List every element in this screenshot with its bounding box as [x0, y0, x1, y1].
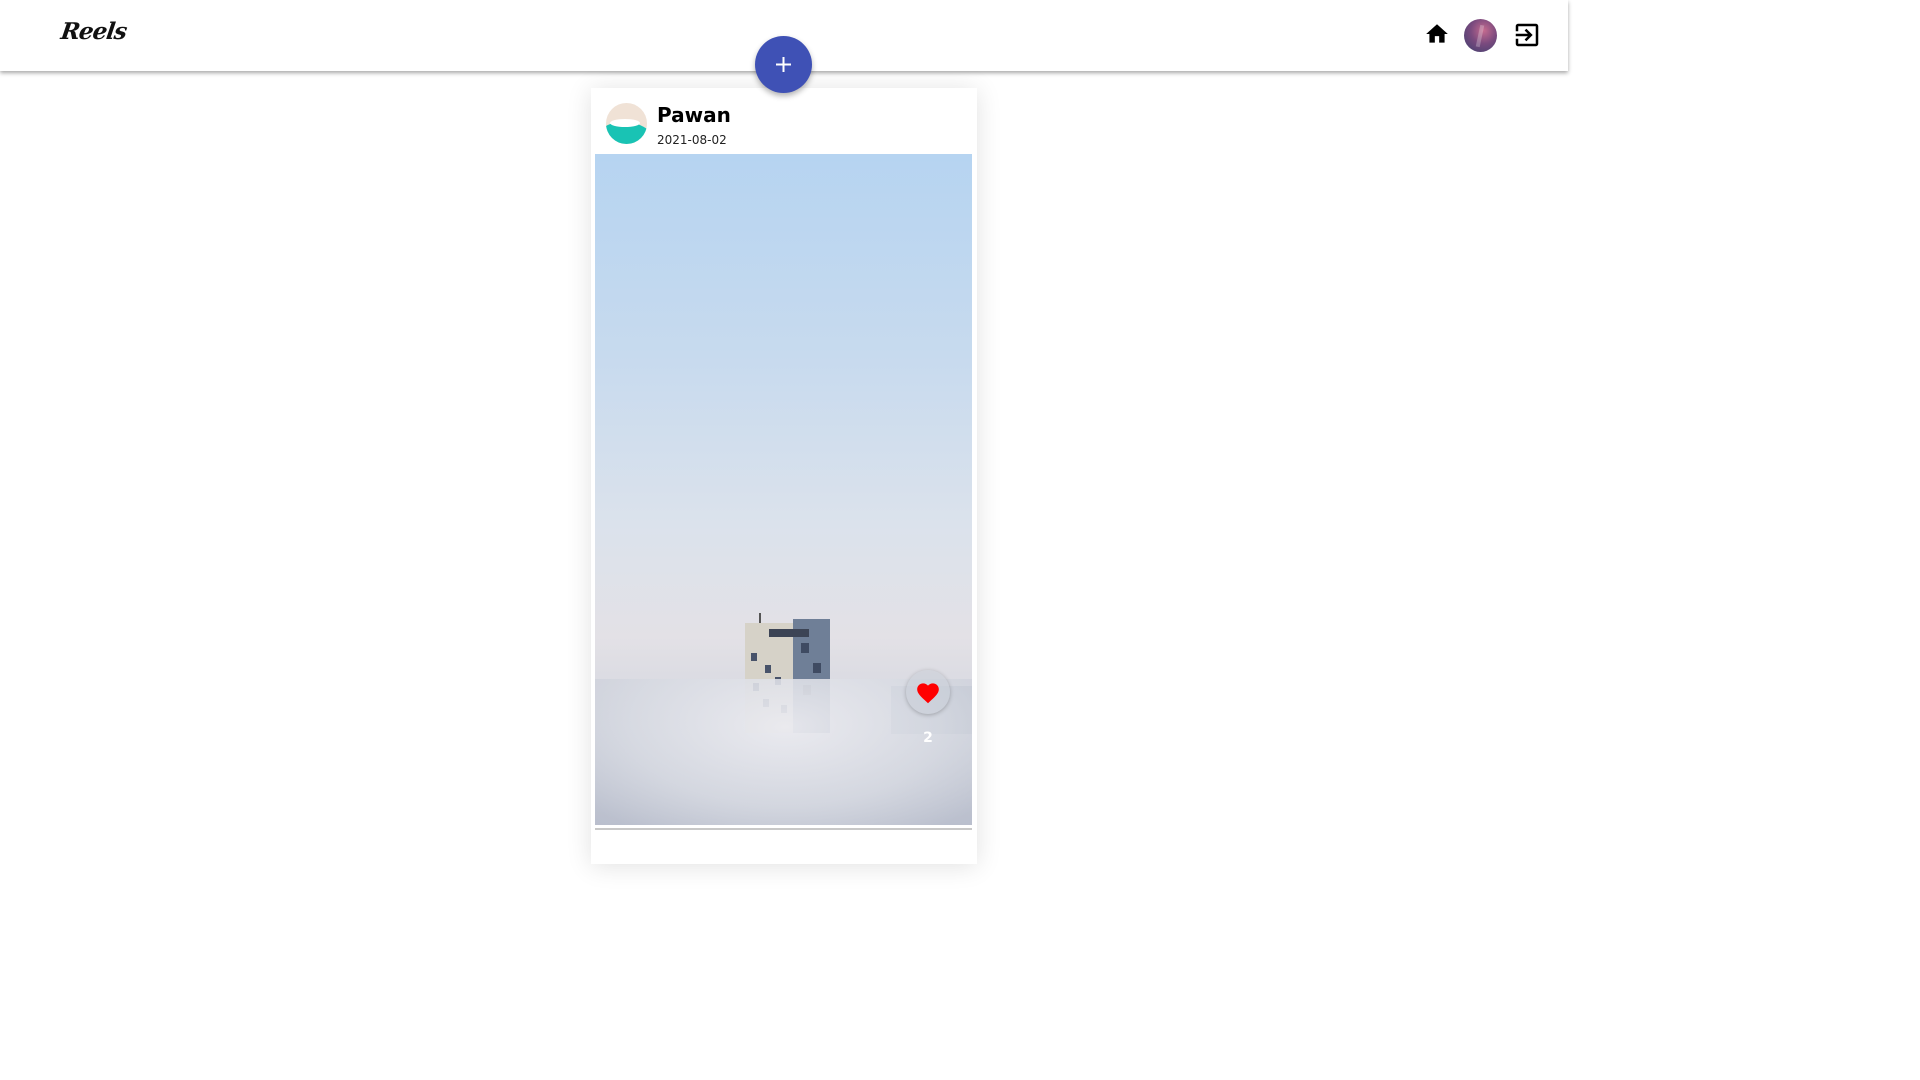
- user-avatar[interactable]: [606, 103, 647, 144]
- reel-video[interactable]: 2: [595, 154, 972, 825]
- video-progress-bar[interactable]: [595, 828, 972, 830]
- logout-icon: [1515, 23, 1539, 47]
- like-count: 2: [923, 730, 933, 746]
- upload-button[interactable]: [755, 36, 812, 93]
- post-username[interactable]: Pawan: [657, 103, 731, 127]
- plus-icon: [776, 57, 791, 72]
- profile-avatar-button[interactable]: [1464, 19, 1497, 52]
- home-icon: [1426, 24, 1448, 43]
- like-button[interactable]: [906, 670, 950, 714]
- app-logo[interactable]: Reels: [59, 18, 128, 45]
- post-date: 2021-08-02: [657, 133, 727, 147]
- home-button[interactable]: [1424, 21, 1450, 47]
- avatar-foam: [610, 119, 640, 127]
- avatar: [1475, 24, 1485, 48]
- logout-button[interactable]: [1512, 20, 1542, 50]
- reel-card: Pawan 2021-08-02 2: [591, 88, 977, 864]
- heart-icon: [917, 683, 939, 704]
